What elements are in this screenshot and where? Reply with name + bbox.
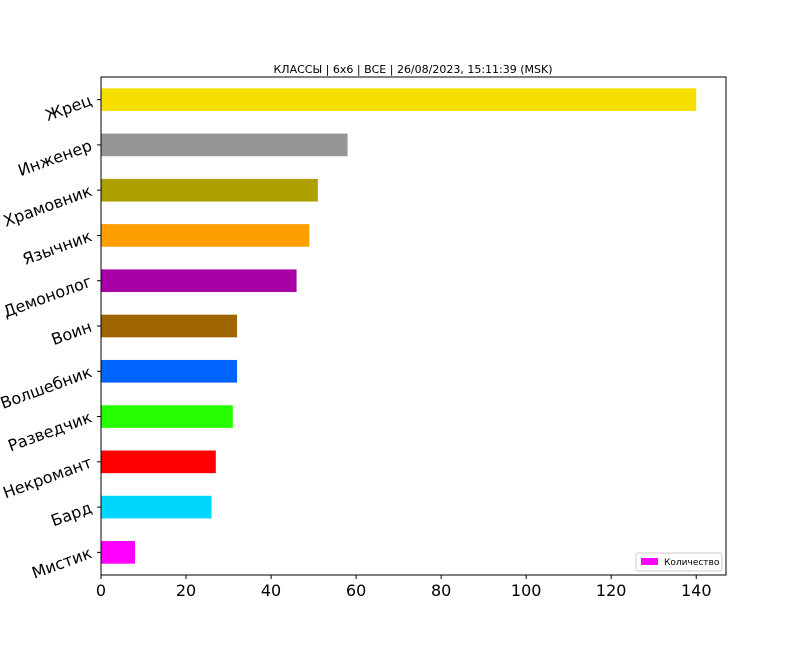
y-tick-label: Жрец [43, 91, 95, 125]
bar [101, 269, 297, 293]
chart-title: КЛАССЫ | 6x6 | ВСЕ | 26/08/2023, 15:11:3… [273, 63, 552, 76]
bar [101, 88, 697, 111]
bar [101, 405, 233, 428]
x-tick-label: 140 [681, 581, 712, 600]
bar [101, 450, 216, 474]
x-tick-label: 80 [431, 581, 451, 600]
x-tick-label: 100 [511, 581, 542, 600]
legend: Количество [635, 552, 723, 572]
bars-group [101, 88, 697, 564]
bar [101, 495, 212, 519]
x-tick-label: 120 [596, 581, 627, 600]
bar [101, 178, 318, 202]
bar [101, 133, 348, 157]
x-tick-label: 0 [96, 581, 106, 600]
y-axis-ticks: Жрец ИнженерХрамовникЯзычникДемонологВоин… [0, 91, 101, 582]
y-tick-label: Мистик [29, 543, 94, 582]
x-tick-label: 40 [261, 581, 281, 600]
x-axis-ticks: 0 20 40 60 80 100 120 140 [96, 575, 712, 600]
y-tick-label: Волшебник [0, 362, 95, 413]
y-tick-label: Язычник [20, 226, 95, 269]
x-tick-label: 20 [176, 581, 196, 600]
bar [101, 314, 238, 338]
x-tick-label: 60 [346, 581, 366, 600]
y-tick-label: Воин [49, 317, 95, 349]
y-tick-label: Храмовник [1, 181, 95, 231]
bar [101, 541, 136, 564]
legend-swatch [641, 558, 658, 565]
bar [101, 359, 238, 383]
y-tick-label: Инженер [15, 136, 94, 180]
y-tick-label: Бард [48, 498, 94, 530]
bar [101, 224, 310, 247]
y-tick-label: Некромант [0, 453, 94, 503]
bar-chart: КЛАССЫ | 6x6 | ВСЕ | 26/08/2023, 15:11:3… [0, 63, 727, 600]
y-tick-label: Разведчик [5, 407, 94, 455]
legend-label: Количество [664, 558, 720, 568]
y-tick-label: Демонолог [1, 272, 95, 322]
